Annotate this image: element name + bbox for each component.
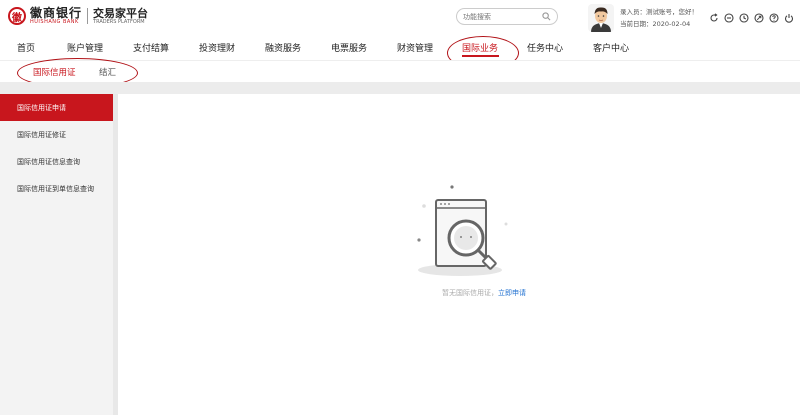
current-date: 当前日期：2020-02-04	[620, 20, 691, 28]
platform-name-en: TRADERS PLATFORM	[93, 18, 145, 25]
refresh-icon[interactable]	[708, 12, 719, 23]
nav-item-financing[interactable]: 融资服务	[265, 41, 301, 54]
nav-item-home[interactable]: 首页	[17, 41, 35, 54]
toolbar	[708, 12, 794, 23]
sidebar-item-lc-inquiry[interactable]: 国际信用证信息查询	[0, 148, 113, 175]
sub-nav: 国际信用证 结汇	[0, 60, 800, 82]
search-icon[interactable]	[542, 12, 551, 21]
bank-name-en: HUISHANG BANK	[30, 19, 79, 25]
nav-item-e-bills[interactable]: 电票服务	[331, 41, 367, 54]
main-content: 暂无国际信用证，立即申请	[118, 94, 800, 415]
platform-name: 交易家平台	[93, 6, 149, 20]
active-nav-underline	[462, 55, 499, 57]
search-box	[456, 8, 558, 25]
search-input[interactable]	[463, 12, 541, 21]
nav-item-investment[interactable]: 投资理财	[199, 41, 235, 54]
nav-item-accounts[interactable]: 账户管理	[67, 41, 103, 54]
switch-icon[interactable]	[753, 12, 764, 23]
sidebar: 国际信用证申请 国际信用证修证 国际信用证信息查询 国际信用证到单信息查询	[0, 94, 113, 415]
minus-circle-icon[interactable]	[723, 12, 734, 23]
brand-logo[interactable]: 徽 徽商银行 HUISHANG BANK 交易家平台 TRADERS PLATF…	[8, 7, 148, 25]
apply-now-link[interactable]: 立即申请	[498, 289, 526, 297]
subnav-item-letter-of-credit[interactable]: 国际信用证	[33, 66, 76, 78]
clock-icon[interactable]	[738, 12, 749, 23]
empty-state-text: 暂无国际信用证，	[442, 289, 498, 297]
nav-item-payments[interactable]: 支付结算	[133, 41, 169, 54]
main-nav: 首页 账户管理 支付结算 投资理财 融资服务 电票服务 财资管理 国际业务 任务…	[0, 36, 800, 60]
nav-item-customers[interactable]: 客户中心	[593, 41, 629, 54]
user-greeting: 录入员：测试账号，您好！	[620, 8, 698, 16]
empty-state-icon	[414, 182, 524, 282]
power-icon[interactable]	[783, 12, 794, 23]
empty-state-message: 暂无国际信用证，立即申请	[394, 288, 574, 298]
subnav-item-fx-settlement[interactable]: 结汇	[99, 66, 116, 78]
bank-name: 徽商银行	[30, 6, 83, 20]
logo-divider	[87, 8, 89, 24]
avatar[interactable]	[588, 4, 614, 32]
content-top-gap	[0, 82, 800, 94]
sidebar-item-lc-amendment[interactable]: 国际信用证修证	[0, 121, 113, 148]
sidebar-item-lc-documents-inquiry[interactable]: 国际信用证到单信息查询	[0, 175, 113, 202]
nav-item-international[interactable]: 国际业务	[462, 41, 498, 54]
user-info: 录入员：测试账号，您好！ 当前日期：2020-02-04	[620, 6, 698, 30]
top-bar: 徽 徽商银行 HUISHANG BANK 交易家平台 TRADERS PLATF…	[0, 0, 800, 36]
bank-logo-icon: 徽	[8, 7, 26, 25]
sidebar-item-lc-application[interactable]: 国际信用证申请	[0, 94, 113, 121]
nav-item-tasks[interactable]: 任务中心	[527, 41, 563, 54]
nav-item-treasury[interactable]: 财资管理	[397, 41, 433, 54]
help-icon[interactable]	[768, 12, 779, 23]
